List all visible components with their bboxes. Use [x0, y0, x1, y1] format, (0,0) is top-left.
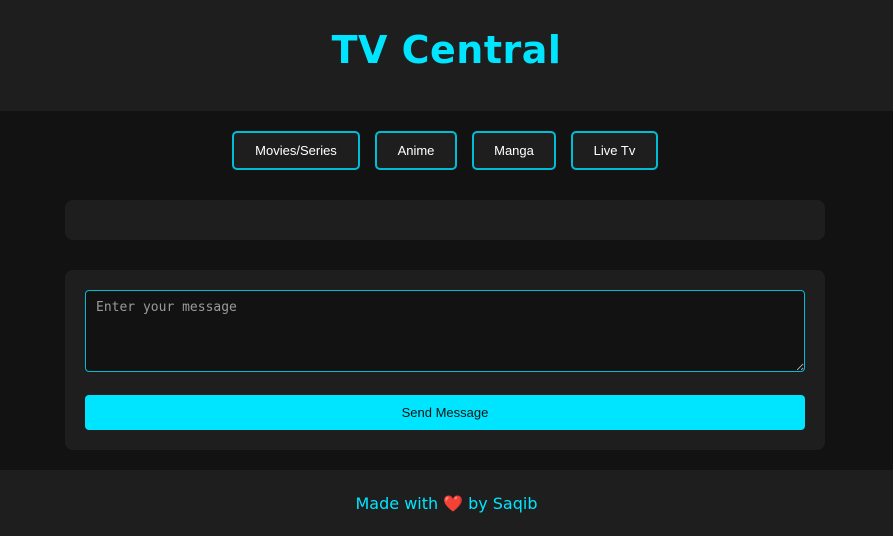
content-display-area	[65, 200, 825, 240]
footer-prefix: Made with	[355, 493, 439, 513]
nav-anime-button[interactable]: Anime	[375, 131, 457, 170]
category-nav: Movies/Series Anime Manga Live Tv	[0, 131, 893, 170]
message-input[interactable]	[85, 290, 805, 372]
nav-live-tv-button[interactable]: Live Tv	[571, 131, 658, 170]
site-title: TV Central	[331, 27, 562, 72]
site-footer: Made with ❤️ by Saqib	[0, 470, 893, 536]
nav-manga-button[interactable]: Manga	[472, 131, 556, 170]
message-form: Send Message	[65, 270, 825, 450]
site-header: TV Central	[0, 0, 893, 111]
heart-icon: ❤️	[443, 493, 464, 513]
send-message-button[interactable]: Send Message	[85, 395, 805, 430]
footer-author: by Saqib	[468, 493, 538, 513]
nav-movies-series-button[interactable]: Movies/Series	[232, 131, 360, 170]
